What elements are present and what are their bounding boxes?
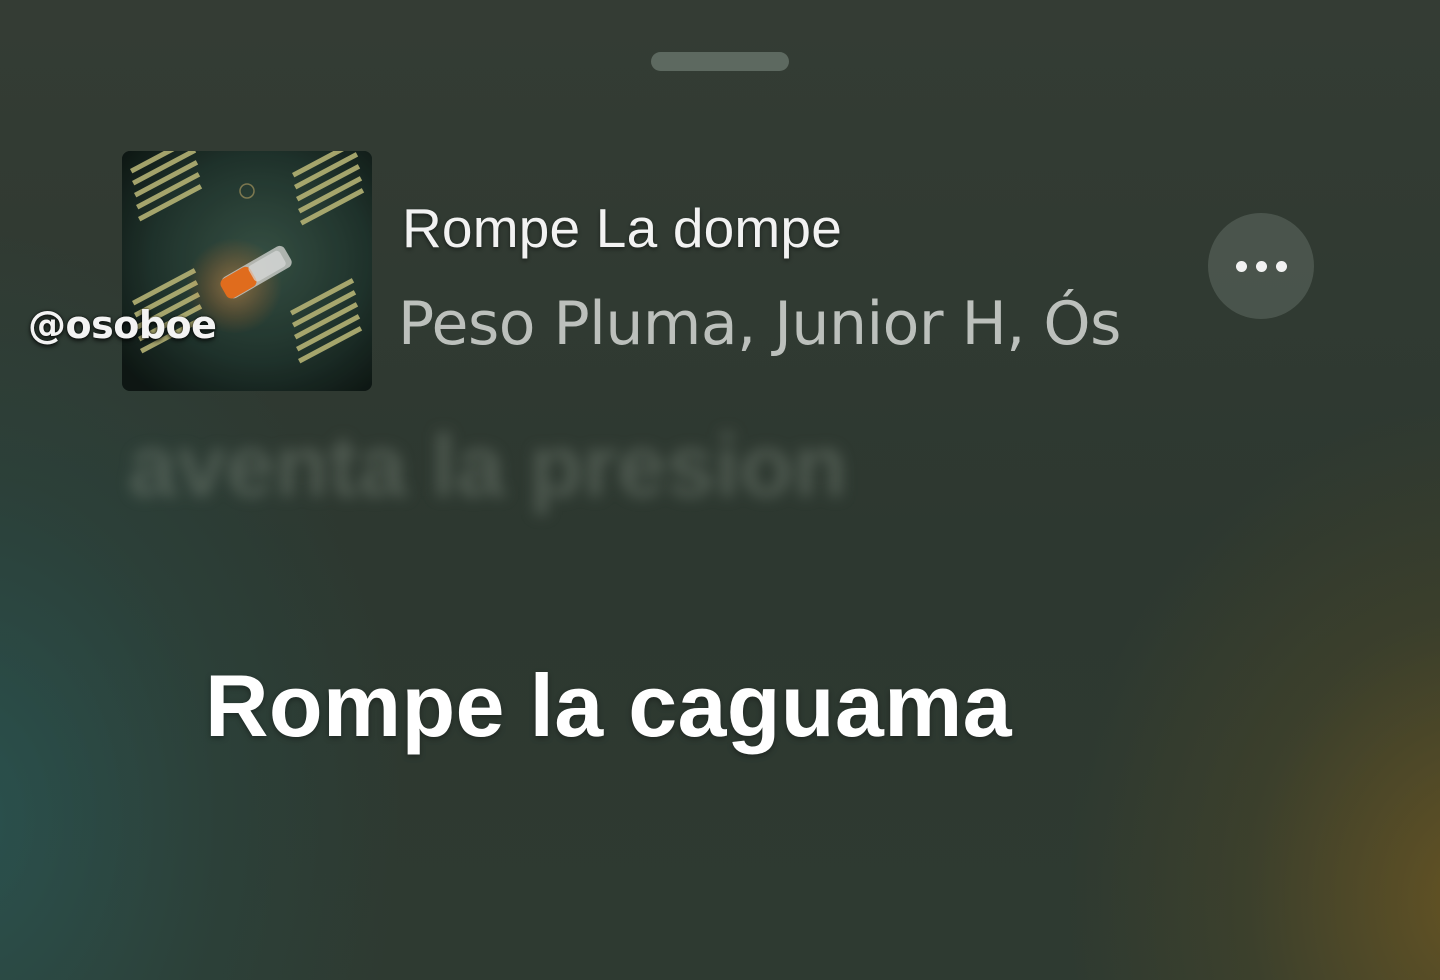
now-playing-lyrics-sheet: @osoboe Rompe La dompe Peso Pluma, Junio… [0, 0, 1440, 980]
song-artists: Peso Pluma, Junior H, Ós [398, 289, 1121, 359]
more-horizontal-icon [1275, 260, 1287, 272]
song-title: Rompe La dompe [402, 197, 843, 259]
more-options-button[interactable] [1208, 213, 1314, 319]
sheet-drag-handle[interactable] [651, 52, 789, 71]
album-art-image [122, 151, 372, 391]
more-horizontal-icon [1235, 260, 1247, 272]
album-art[interactable] [122, 151, 372, 391]
lyric-line-previous[interactable]: aventa la presion [128, 415, 847, 517]
lyric-line-current[interactable]: Rompe la caguama [205, 655, 1012, 757]
watermark-handle: @osoboe [28, 303, 217, 347]
more-horizontal-icon [1255, 260, 1267, 272]
